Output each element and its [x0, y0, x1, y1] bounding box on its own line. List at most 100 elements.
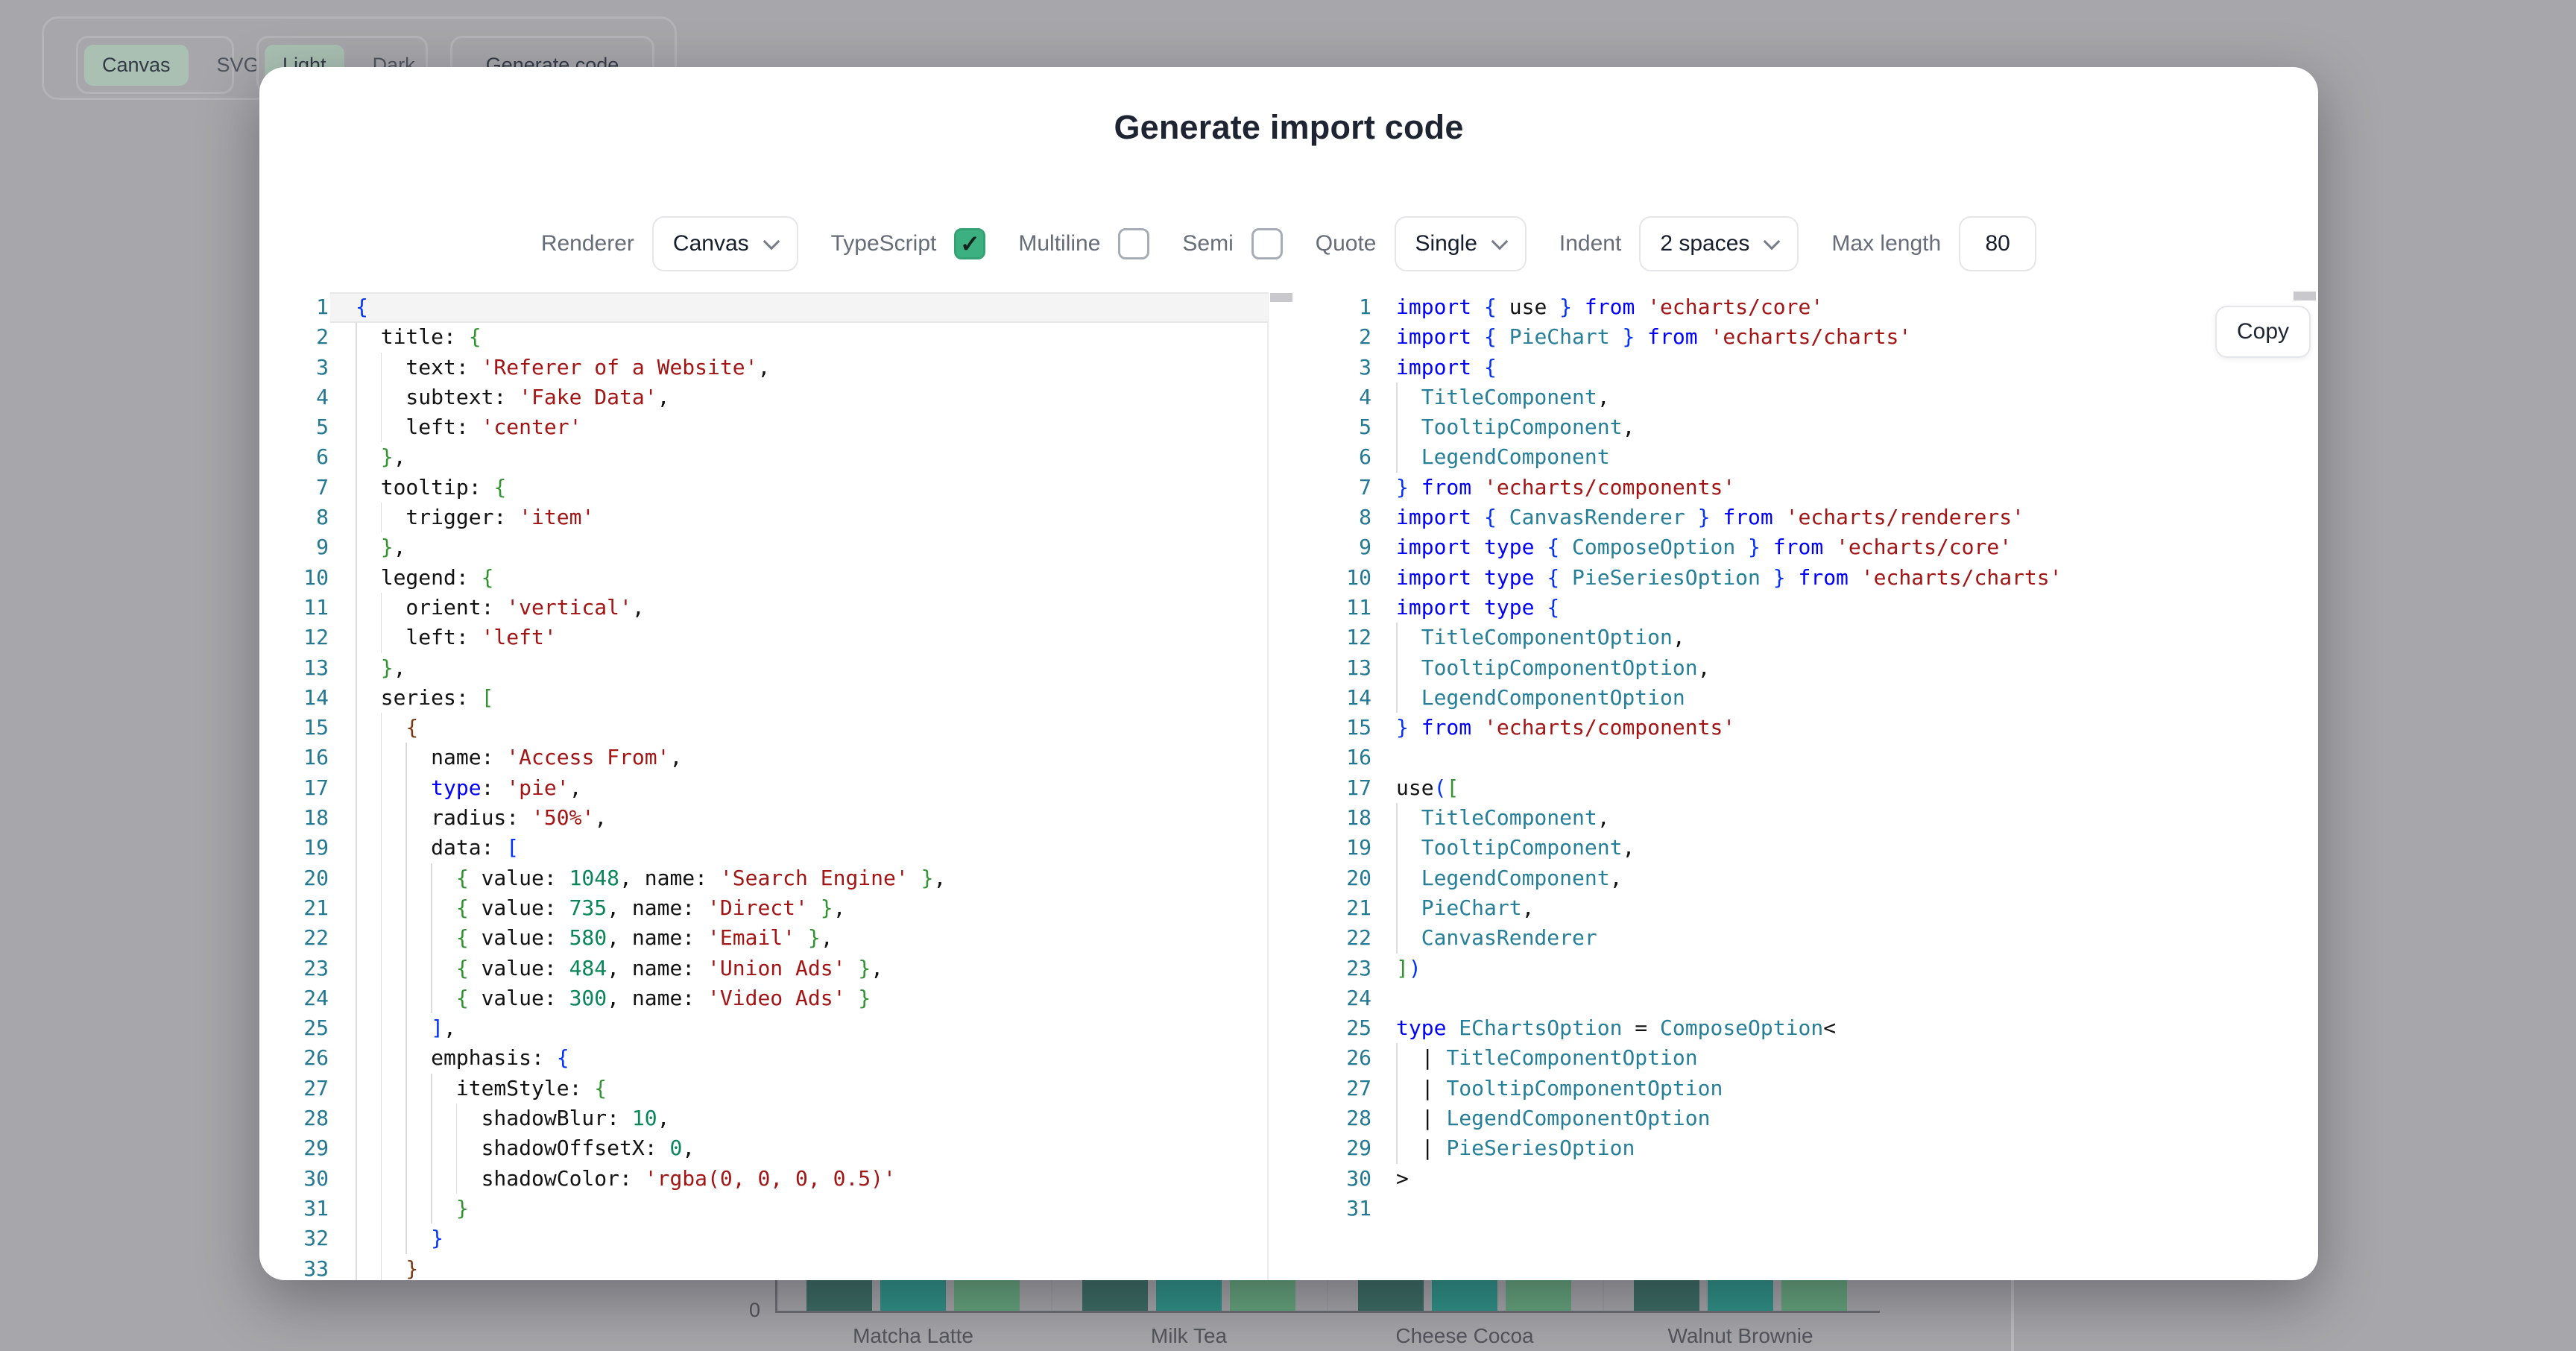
multiline-checkbox[interactable] — [1118, 228, 1149, 259]
code-line: 19 data: [ — [290, 833, 946, 863]
indent-guide — [405, 1103, 407, 1133]
line-number: 23 — [290, 954, 329, 983]
indent-guide — [356, 623, 357, 652]
chart-bar — [1506, 1279, 1571, 1311]
code-line: 11import type { — [1334, 593, 2062, 623]
code-line: 14 series: [ — [290, 683, 946, 713]
tab-canvas[interactable]: Canvas — [84, 45, 189, 86]
indent-guide — [405, 1074, 407, 1103]
chart-bar — [1230, 1279, 1295, 1311]
indent-guide — [1396, 1103, 1398, 1133]
indent-guide — [1396, 412, 1398, 442]
code-line: 13 }, — [290, 653, 946, 683]
indent-guide — [381, 983, 382, 1013]
line-number: 25 — [1334, 1013, 1371, 1043]
line-number: 6 — [290, 442, 329, 472]
indent-guide — [405, 1043, 407, 1073]
typescript-checkbox[interactable] — [954, 228, 985, 259]
line-number: 26 — [290, 1043, 329, 1073]
code-line: 10import type { PieSeriesOption } from '… — [1334, 563, 2062, 593]
line-number: 30 — [290, 1164, 329, 1194]
indent-guide — [431, 1074, 432, 1103]
code-line: 12 left: 'left' — [290, 623, 946, 652]
renderer-option: Renderer Canvas — [541, 216, 798, 271]
max-length-input[interactable] — [1959, 216, 2036, 271]
indent-guide — [356, 563, 357, 593]
indent-guide — [431, 1194, 432, 1224]
line-number: 14 — [290, 683, 329, 713]
code-line: 7} from 'echarts/components' — [1334, 473, 2062, 503]
line-number: 25 — [290, 1013, 329, 1043]
code-line: 9import type { ComposeOption } from 'ech… — [1334, 532, 2062, 562]
line-number: 6 — [1334, 442, 1371, 472]
renderer-selected-value: Canvas — [673, 231, 749, 256]
chart-bar — [1634, 1279, 1699, 1311]
code-line: 30 shadowColor: 'rgba(0, 0, 0, 0.5)' — [290, 1164, 946, 1194]
line-number: 12 — [290, 623, 329, 652]
indent-guide — [381, 803, 382, 833]
chart-category-label: Cheese Cocoa — [1327, 1324, 1603, 1348]
quote-option: Quote Single — [1316, 216, 1527, 271]
line-number: 16 — [290, 743, 329, 772]
code-line: 18 radius: '50%', — [290, 803, 946, 833]
renderer-select[interactable]: Canvas — [652, 216, 798, 271]
indent-guide — [456, 1103, 458, 1133]
code-line: 27 | TooltipComponentOption — [1334, 1074, 2062, 1103]
code-line: 3import { — [1334, 353, 2062, 382]
line-number: 24 — [1334, 983, 1371, 1013]
code-line: 13 TooltipComponentOption, — [1334, 653, 2062, 683]
code-line: 30> — [1334, 1164, 2062, 1194]
indent-guide — [1396, 1074, 1398, 1103]
code-line: 2import { PieChart } from 'echarts/chart… — [1334, 322, 2062, 352]
max-length-option: Max length — [1831, 216, 2036, 271]
right-editor-overview-ruler-mark[interactable] — [2294, 292, 2316, 300]
indent-guide — [381, 623, 382, 652]
typescript-label: TypeScript — [831, 231, 937, 256]
chart-bar — [1708, 1279, 1773, 1311]
editor-panel-divider — [1267, 292, 1269, 1280]
line-number: 11 — [290, 593, 329, 623]
chart-bar — [1082, 1279, 1148, 1311]
indent-guide — [356, 1254, 357, 1281]
copy-button[interactable]: Copy — [2215, 306, 2311, 358]
indent-guide — [356, 503, 357, 532]
chart-bar — [1781, 1279, 1847, 1311]
indent-guide — [1396, 863, 1398, 893]
line-number: 31 — [1334, 1194, 1371, 1224]
left-editor-overview-ruler-mark[interactable] — [1270, 293, 1292, 302]
chart-category-boundary — [1603, 1279, 1604, 1311]
indent-guide — [381, 833, 382, 863]
option-code-editor[interactable]: 1{2 title: {3 text: 'Referer of a Websit… — [290, 292, 946, 1280]
code-line: 5 TooltipComponent, — [1334, 412, 2062, 442]
chart-category-boundary — [1327, 1279, 1328, 1311]
indent-guide — [356, 322, 357, 352]
line-number: 26 — [1334, 1043, 1371, 1073]
indent-guide — [356, 803, 357, 833]
indent-guide — [431, 983, 432, 1013]
generate-import-code-dialog: Generate import code Renderer Canvas Typ… — [259, 67, 2318, 1280]
indent-guide — [356, 382, 357, 412]
line-number: 27 — [1334, 1074, 1371, 1103]
max-length-label: Max length — [1831, 231, 1941, 256]
dialog-title: Generate import code — [259, 108, 2318, 147]
code-line: 5 left: 'center' — [290, 412, 946, 442]
code-line: 10 legend: { — [290, 563, 946, 593]
generated-import-code-view[interactable]: 1import { use } from 'echarts/core'2impo… — [1334, 292, 2062, 1224]
code-line: 4 TitleComponent, — [1334, 382, 2062, 412]
indent-select[interactable]: 2 spaces — [1639, 216, 1799, 271]
line-number: 15 — [1334, 713, 1371, 743]
line-number: 31 — [290, 1194, 329, 1224]
chart-category-label: Matcha Latte — [775, 1324, 1051, 1348]
quote-select[interactable]: Single — [1395, 216, 1527, 271]
quote-selected-value: Single — [1415, 231, 1477, 256]
line-number: 9 — [1334, 532, 1371, 562]
code-line: 6 }, — [290, 442, 946, 472]
indent-guide — [431, 863, 432, 893]
code-line: 1import { use } from 'echarts/core' — [1334, 292, 2062, 322]
line-number: 22 — [1334, 923, 1371, 953]
indent-guide — [356, 773, 357, 803]
semi-checkbox[interactable] — [1251, 228, 1283, 259]
line-number: 7 — [1334, 473, 1371, 503]
chart-bar — [1358, 1279, 1424, 1311]
indent-guide — [356, 1224, 357, 1253]
